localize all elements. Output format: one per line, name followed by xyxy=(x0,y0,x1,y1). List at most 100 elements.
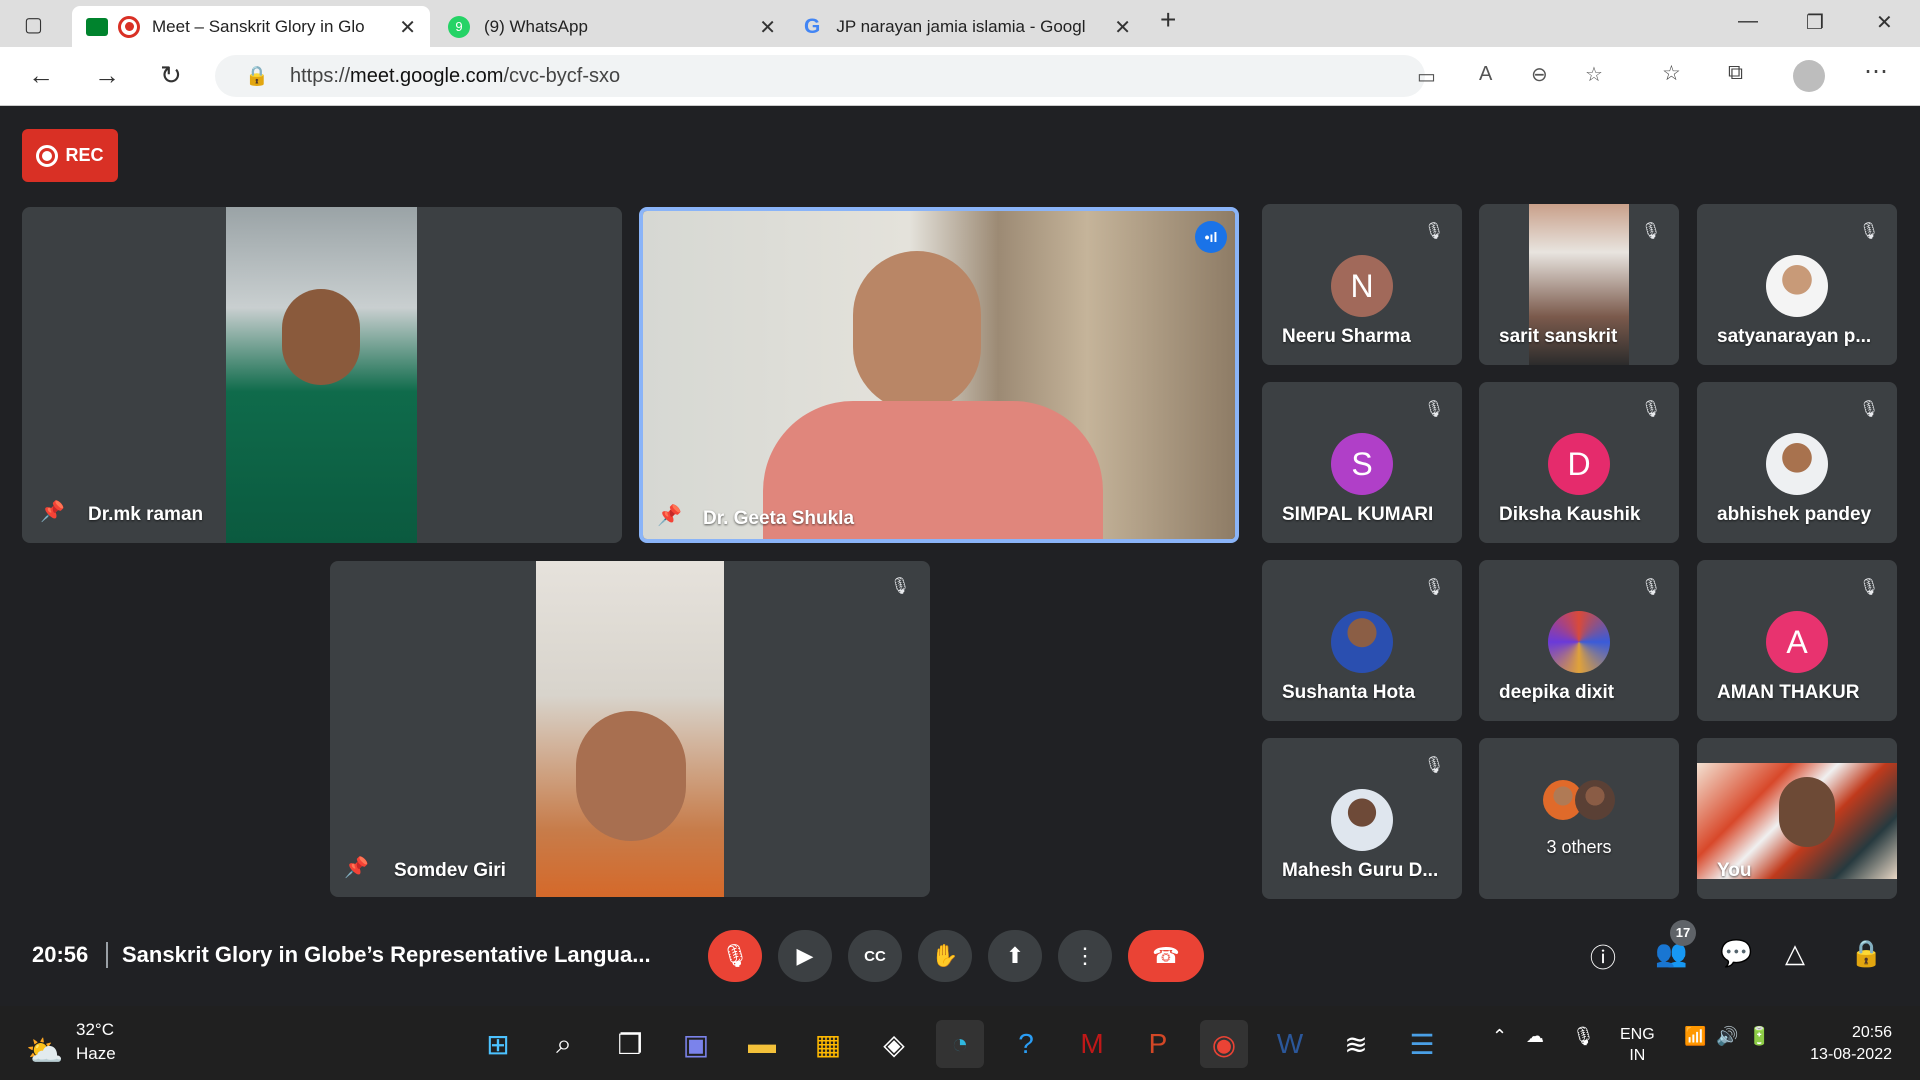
collections-icon[interactable]: ⧉ xyxy=(1728,61,1743,85)
leave-call-button[interactable]: ☎ xyxy=(1128,930,1204,982)
address-bar-row: ← → ↻ 🔒 https://meet.google.com/cvc-bycf… xyxy=(0,47,1920,106)
close-tab-icon[interactable]: ✕ xyxy=(399,15,416,40)
avatar: S xyxy=(1331,433,1393,495)
participant-tile[interactable]: 🎙 satyanarayan p... xyxy=(1697,204,1897,365)
participant-name: Sushanta Hota xyxy=(1282,682,1416,703)
mic-toggle-button[interactable]: 🎙 xyxy=(708,930,762,982)
tab-actions-icon[interactable]: ▢ xyxy=(24,12,43,37)
more-options-button[interactable]: ⋮ xyxy=(1058,930,1112,982)
people-count-badge: 17 xyxy=(1670,920,1696,946)
app-icon[interactable]: ◈ xyxy=(870,1020,918,1068)
task-view-icon[interactable]: ❐ xyxy=(606,1020,654,1068)
app-icon[interactable]: ≋ xyxy=(1332,1020,1380,1068)
recording-badge: REC xyxy=(22,129,118,182)
participant-tile-main[interactable]: 📌 Dr.mk raman xyxy=(22,207,622,543)
pin-icon[interactable]: 📌 xyxy=(344,855,369,880)
participant-name: Mahesh Guru D... xyxy=(1282,860,1439,881)
edge-icon[interactable]: ◔ xyxy=(936,1020,984,1068)
onedrive-icon[interactable]: ☁ xyxy=(1526,1026,1544,1047)
camera-icon: ▶ xyxy=(796,943,814,968)
close-window-icon[interactable]: ✕ xyxy=(1876,10,1893,35)
hand-icon: ✋ xyxy=(931,943,959,968)
camera-toggle-button[interactable]: ▶ xyxy=(778,930,832,982)
tab-title: (9) WhatsApp xyxy=(484,16,588,36)
participant-name: AMAN THAKUR xyxy=(1717,682,1860,703)
back-icon[interactable]: ← xyxy=(28,61,54,89)
participant-tile[interactable]: 🎙 sarit sanskrit xyxy=(1479,204,1679,365)
participant-tile[interactable]: 🎙 S SIMPAL KUMARI xyxy=(1262,382,1462,543)
file-explorer-icon[interactable]: ▬ xyxy=(738,1020,786,1068)
pin-icon[interactable]: 📌 xyxy=(657,503,682,528)
battery-icon[interactable]: 🔋 xyxy=(1748,1026,1770,1047)
clock-time: 20:56 xyxy=(1851,1024,1892,1041)
avatar xyxy=(1575,780,1615,820)
store-icon[interactable]: ▦ xyxy=(804,1020,852,1068)
minimize-icon[interactable]: — xyxy=(1738,10,1758,33)
participant-tile-active-speaker[interactable]: •ıl 📌 Dr. Geeta Shukla xyxy=(639,207,1239,543)
raise-hand-button[interactable]: ✋ xyxy=(918,930,972,982)
close-tab-icon[interactable]: ✕ xyxy=(759,15,776,40)
more-vert-icon: ⋮ xyxy=(1074,943,1096,968)
mcafee-icon[interactable]: M xyxy=(1068,1020,1116,1068)
tab-google[interactable]: G JP narayan jamia islamia - Googl ✕ xyxy=(800,6,1145,47)
host-controls-icon[interactable]: 🔒 xyxy=(1850,938,1882,969)
participant-tile[interactable]: 🎙 Sushanta Hota xyxy=(1262,560,1462,721)
reload-icon[interactable]: ↻ xyxy=(160,61,182,89)
participant-name: You xyxy=(1717,860,1752,881)
participant-tile[interactable]: 🎙 abhishek pandey xyxy=(1697,382,1897,543)
volume-icon[interactable]: 🔊 xyxy=(1716,1026,1738,1047)
zoom-icon[interactable]: ⊖ xyxy=(1531,62,1548,87)
avatar: A xyxy=(1766,611,1828,673)
maximize-icon[interactable]: ❐ xyxy=(1806,10,1824,35)
favorites-icon[interactable]: ☆ xyxy=(1662,61,1681,86)
more-icon[interactable]: ⋯ xyxy=(1864,57,1888,86)
pin-icon[interactable]: 📌 xyxy=(40,499,65,524)
muted-mic-icon: 🎙 xyxy=(1640,579,1662,596)
forward-icon[interactable]: → xyxy=(94,61,120,89)
captions-button[interactable]: CC xyxy=(848,930,902,982)
new-tab-icon[interactable]: + xyxy=(1160,4,1176,36)
avatar: D xyxy=(1548,433,1610,495)
read-aloud-icon[interactable]: A xyxy=(1479,63,1492,86)
chat-icon[interactable]: 💬 xyxy=(1720,938,1752,969)
present-button[interactable]: ⬆ xyxy=(988,930,1042,982)
participant-tile[interactable]: 🎙 deepika dixit xyxy=(1479,560,1679,721)
participant-tile-self[interactable]: You xyxy=(1697,738,1897,899)
add-favorite-icon[interactable]: ☆ xyxy=(1585,62,1603,87)
word-icon[interactable]: W xyxy=(1266,1020,1314,1068)
help-icon[interactable]: ? xyxy=(1002,1020,1050,1068)
close-tab-icon[interactable]: ✕ xyxy=(1114,15,1131,40)
url-text[interactable]: https://meet.google.com/cvc-bycf-sxo xyxy=(290,65,620,88)
participant-tile[interactable]: 🎙 N Neeru Sharma xyxy=(1262,204,1462,365)
microphone-icon[interactable]: 🎙 xyxy=(1572,1026,1595,1047)
whatsapp-favicon-icon: 9 xyxy=(448,15,470,38)
chevron-up-icon[interactable]: ⌃ xyxy=(1492,1026,1507,1047)
weather-condition: Haze xyxy=(76,1044,116,1063)
address-bar[interactable]: 🔒 https://meet.google.com/cvc-bycf-sxo ▭… xyxy=(215,55,1603,97)
wifi-icon[interactable]: 📶 xyxy=(1684,1026,1706,1047)
tab-meet[interactable]: Meet – Sanskrit Glory in Glo ✕ xyxy=(72,6,430,47)
weather-icon[interactable]: ⛅ xyxy=(26,1034,63,1069)
chat-teams-icon[interactable]: ▣ xyxy=(672,1020,720,1068)
avatar xyxy=(1548,611,1610,673)
search-icon[interactable]: ⌕ xyxy=(540,1020,588,1068)
participant-tile-others[interactable]: 3 others xyxy=(1479,738,1679,899)
participant-tile-main[interactable]: 🎙 📌 Somdev Giri xyxy=(330,561,930,897)
powerpoint-icon[interactable]: P xyxy=(1134,1020,1182,1068)
info-icon[interactable]: ⓘ xyxy=(1590,938,1616,975)
language-indicator[interactable]: ENG IN xyxy=(1620,1024,1655,1066)
participant-tile[interactable]: 🎙 Mahesh Guru D... xyxy=(1262,738,1462,899)
camera-in-use-icon[interactable]: ▭ xyxy=(1417,64,1436,89)
windows-start-icon[interactable]: ⊞ xyxy=(474,1020,522,1068)
notepad-icon[interactable]: ☰ xyxy=(1398,1020,1446,1068)
participant-tile[interactable]: 🎙 D Diksha Kaushik xyxy=(1479,382,1679,543)
profile-avatar[interactable] xyxy=(1793,60,1825,92)
tab-whatsapp[interactable]: 9 (9) WhatsApp ✕ xyxy=(440,6,790,47)
weather-widget[interactable]: 32°C Haze xyxy=(76,1020,116,1064)
system-clock[interactable]: 20:56 13-08-2022 xyxy=(1810,1022,1892,1066)
others-label: 3 others xyxy=(1546,837,1612,857)
activities-icon[interactable]: △ xyxy=(1785,938,1805,969)
chrome-icon[interactable]: ◉ xyxy=(1200,1020,1248,1068)
muted-mic-icon: 🎙 xyxy=(1423,401,1445,418)
participant-tile[interactable]: 🎙 A AMAN THAKUR xyxy=(1697,560,1897,721)
